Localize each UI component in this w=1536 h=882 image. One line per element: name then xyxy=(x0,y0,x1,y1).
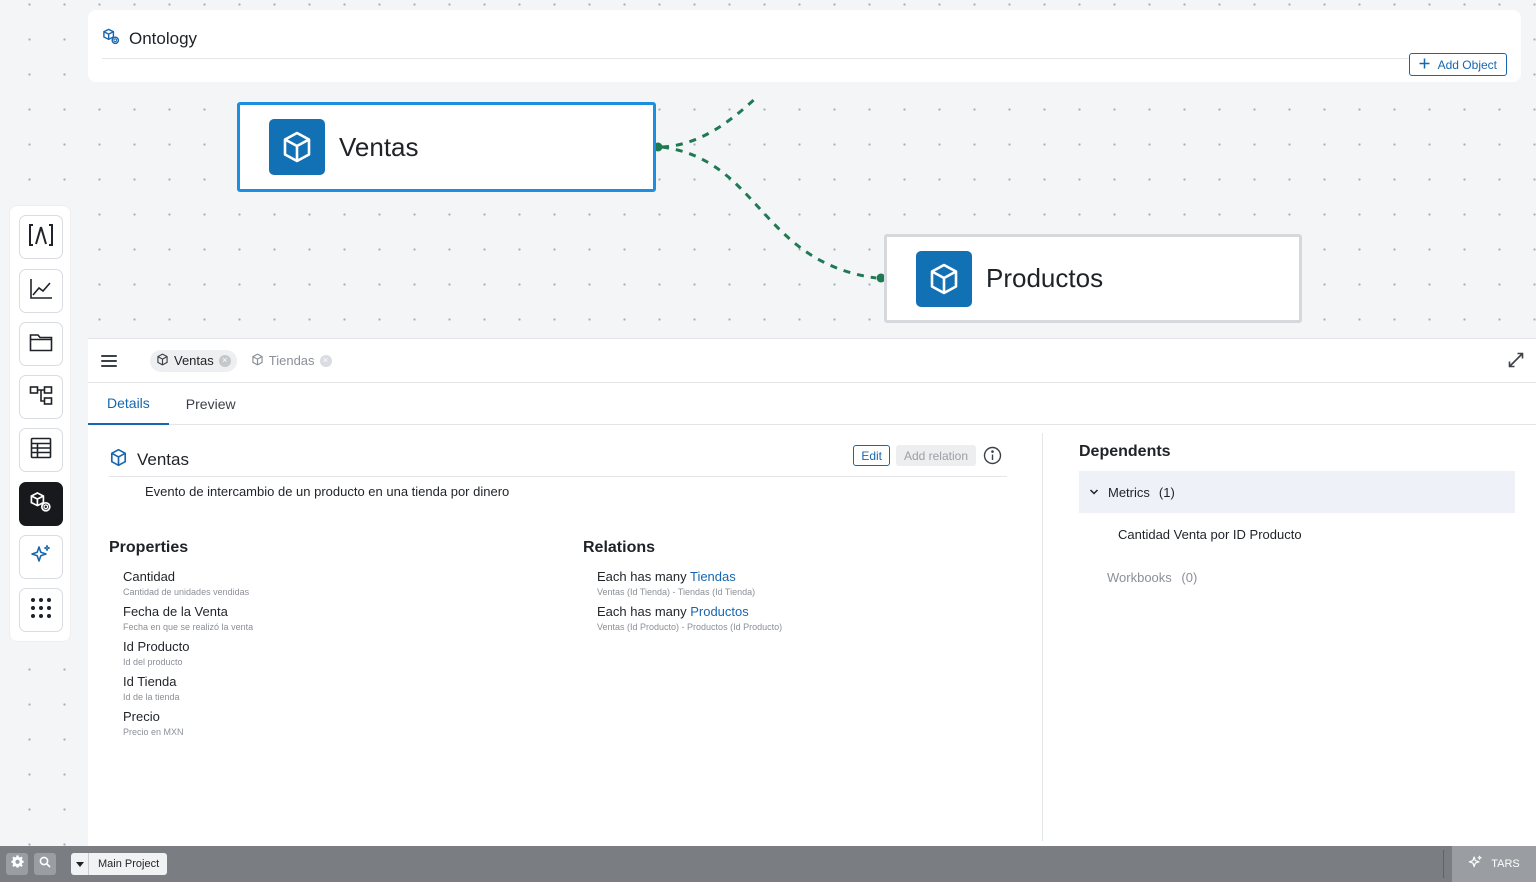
plus-icon xyxy=(1419,58,1430,72)
workbooks-label: Workbooks xyxy=(1107,570,1172,585)
workbooks-count: (0) xyxy=(1181,570,1198,585)
tab-preview[interactable]: Preview xyxy=(169,383,255,425)
property-description: Precio en MXN xyxy=(123,727,184,737)
expand-icon[interactable] xyxy=(1508,352,1524,373)
node-label: Ventas xyxy=(339,131,419,162)
project-label: Main Project xyxy=(98,858,160,870)
menu-icon[interactable] xyxy=(101,354,117,367)
object-description: Evento de intercambio de un producto en … xyxy=(145,484,510,499)
details-panel: Ventas × Tiendas × Details Preview Venta… xyxy=(88,338,1536,846)
relation-item[interactable]: Each has many Tiendas Ventas (Id Tienda)… xyxy=(597,569,755,597)
property-item[interactable]: Id Producto Id del producto xyxy=(123,639,190,667)
left-rail xyxy=(9,205,71,642)
property-description: Id del producto xyxy=(123,657,183,667)
page-title: Ontology xyxy=(129,29,198,48)
property-item[interactable]: Fecha de la Venta Fecha en que se realiz… xyxy=(123,604,253,632)
object-title: Ventas xyxy=(137,449,189,469)
line-chart-icon xyxy=(29,278,53,305)
ontology-header: Ontology Add Object xyxy=(88,10,1521,82)
rail-button-ai[interactable] xyxy=(19,535,63,579)
metrics-group-toggle[interactable]: Metrics (1) xyxy=(1079,471,1515,513)
relation-item[interactable]: Each has many Productos Ventas (Id Produ… xyxy=(597,604,782,632)
node-label: Productos xyxy=(986,263,1104,293)
workbooks-group-toggle[interactable]: Workbooks (0) xyxy=(1107,570,1197,585)
properties-title: Properties xyxy=(109,539,189,556)
column-divider xyxy=(1042,433,1043,841)
relation-target-link[interactable]: Productos xyxy=(690,604,749,619)
property-name: Id Producto xyxy=(123,639,190,654)
add-relation-button[interactable]: Add relation xyxy=(895,445,976,466)
relation-description: Ventas (Id Tienda) - Tiendas (Id Tienda) xyxy=(597,587,756,597)
rail-button-ontology[interactable] xyxy=(19,482,63,526)
caret-down-icon xyxy=(71,853,89,875)
chip-tiendas[interactable]: Tiendas × xyxy=(245,350,338,372)
add-object-label: Add Object xyxy=(1437,57,1497,72)
project-selector[interactable]: Main Project xyxy=(71,853,168,875)
property-item[interactable]: Id Tienda Id de la tienda xyxy=(123,674,180,702)
edit-button[interactable]: Edit xyxy=(853,445,890,466)
ontology-icon xyxy=(102,27,121,51)
rail-button-charts[interactable] xyxy=(19,269,63,313)
add-object-button[interactable]: Add Object xyxy=(1408,53,1507,76)
rail-button-tables[interactable] xyxy=(19,428,63,472)
cube-stack-icon xyxy=(29,490,53,519)
node-ventas[interactable]: Ventas xyxy=(237,102,656,192)
cube-icon xyxy=(251,352,264,369)
status-bar: Main Project TARS xyxy=(0,846,1536,882)
relations-title: Relations xyxy=(583,539,656,556)
cube-icon xyxy=(109,448,128,472)
property-name: Id Tienda xyxy=(123,674,177,689)
hierarchy-icon xyxy=(29,384,53,411)
chip-label: Ventas xyxy=(174,353,214,368)
relation-prefix: Each has many xyxy=(597,604,691,619)
rail-button-apps[interactable] xyxy=(19,588,63,632)
property-name: Fecha de la Venta xyxy=(123,604,228,619)
sparkle-icon xyxy=(30,544,52,571)
relation-target-link[interactable]: Tiendas xyxy=(690,569,736,584)
metrics-label: Metrics xyxy=(1108,484,1150,500)
object-header: Ventas Edit Add relation xyxy=(109,443,1007,477)
metric-item[interactable]: Cantidad Venta por ID Producto xyxy=(1118,527,1302,542)
chip-ventas[interactable]: Ventas × xyxy=(150,349,237,372)
panel-tabs: Details Preview xyxy=(88,383,1536,425)
cube-icon xyxy=(916,250,972,307)
property-name: Precio xyxy=(123,709,160,724)
sparkle-icon xyxy=(1468,855,1483,873)
settings-button[interactable] xyxy=(6,853,28,875)
dependents-title: Dependents xyxy=(1079,443,1171,460)
cube-icon xyxy=(156,352,169,369)
table-icon xyxy=(30,437,52,464)
relation-description: Ventas (Id Producto) - Productos (Id Pro… xyxy=(597,622,783,632)
gear-icon xyxy=(10,855,24,873)
tab-details[interactable]: Details xyxy=(88,383,169,425)
rail-button-folders[interactable] xyxy=(19,322,63,366)
rail-button-hierarchy[interactable] xyxy=(19,375,63,419)
property-name: Cantidad xyxy=(123,569,176,584)
node-productos[interactable]: Productos xyxy=(884,234,1302,323)
property-description: Fecha en que se realizó la venta xyxy=(123,622,254,632)
header-title-row: Ontology xyxy=(102,20,1507,59)
cube-icon xyxy=(269,119,325,175)
tars-assistant-button[interactable]: TARS xyxy=(1452,846,1536,882)
status-divider xyxy=(1443,850,1444,878)
relation-prefix: Each has many xyxy=(597,569,690,584)
lambda-icon xyxy=(28,223,54,252)
chevron-down-icon xyxy=(1089,485,1099,500)
property-description: Id de la tienda xyxy=(123,692,180,702)
search-button[interactable] xyxy=(34,853,56,875)
metrics-count: (1) xyxy=(1158,484,1175,500)
search-icon xyxy=(39,855,51,873)
folder-icon xyxy=(29,332,53,357)
rail-button-lambda[interactable] xyxy=(19,215,63,259)
close-icon[interactable]: × xyxy=(218,354,231,367)
info-icon[interactable] xyxy=(983,446,1002,470)
property-item[interactable]: Precio Precio en MXN xyxy=(123,709,184,737)
property-description: Cantidad de unidades vendidas xyxy=(123,587,250,597)
property-item[interactable]: Cantidad Cantidad de unidades vendidas xyxy=(123,569,249,597)
chip-label: Tiendas xyxy=(268,353,315,368)
tars-label: TARS xyxy=(1491,858,1520,870)
grid-dots-icon xyxy=(30,597,52,624)
panel-toolbar: Ventas × Tiendas × xyxy=(88,339,1536,383)
close-icon[interactable]: × xyxy=(319,354,332,367)
